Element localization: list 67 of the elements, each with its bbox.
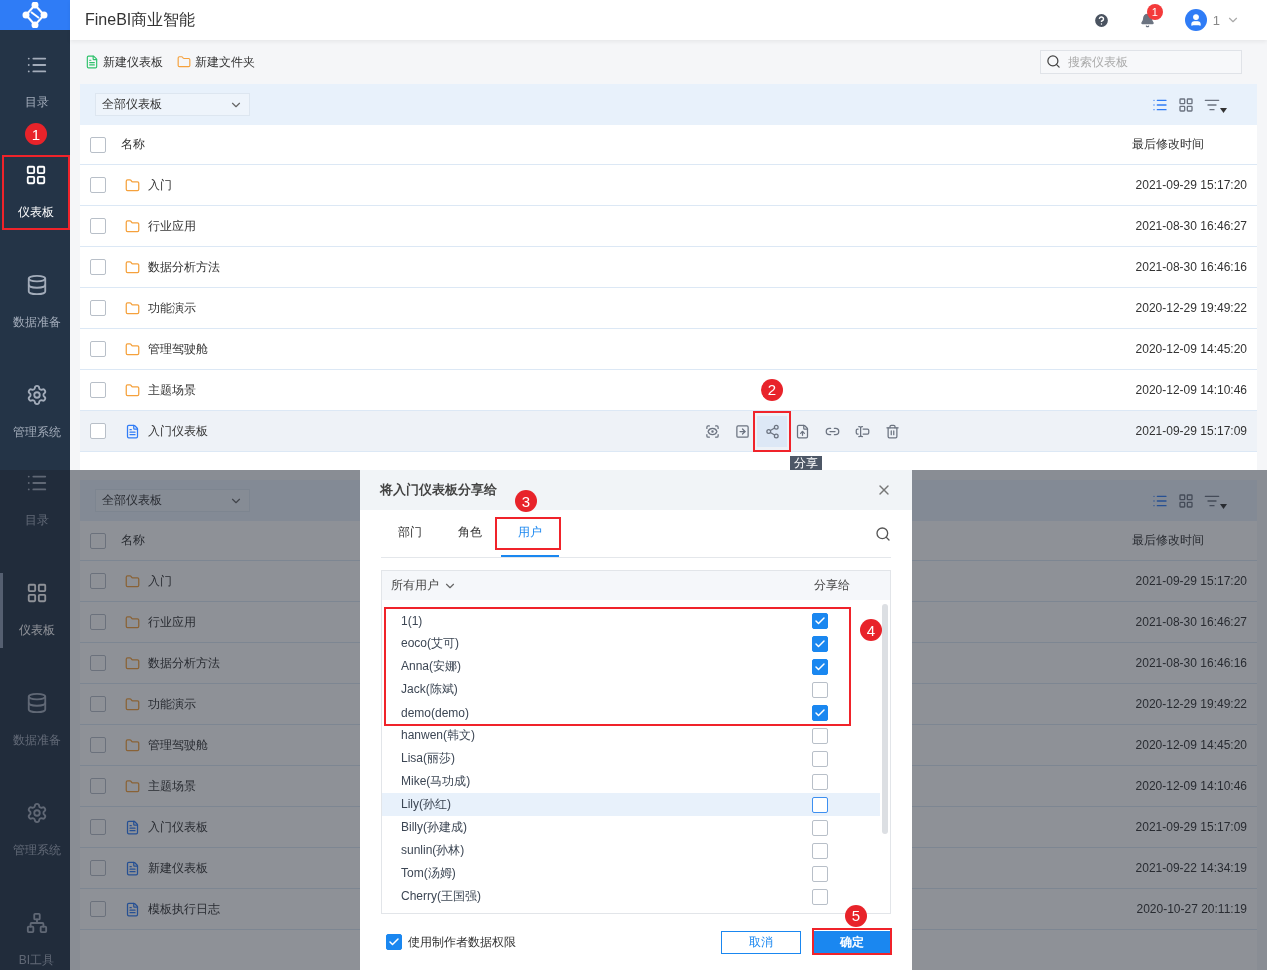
sidebar-label: 数据准备	[12, 314, 61, 331]
user-name: Anna(安娜)	[401, 658, 463, 675]
user-name: Cherry(王国强)	[401, 888, 482, 905]
item-name: 入门	[148, 176, 172, 194]
user-name: eoco(艾可)	[401, 635, 460, 652]
step-badge: 5	[845, 904, 867, 927]
item-name: 主题场景	[148, 381, 196, 399]
sidebar-label: 管理系统	[12, 842, 61, 859]
user-name: Lily(孙红)	[401, 796, 452, 813]
tooltip: 分享	[790, 455, 822, 470]
user-name: 1(1)	[401, 613, 424, 628]
sidebar-label: BI工具	[18, 952, 55, 969]
column-header: 最后修改时间	[1132, 136, 1205, 153]
modified-time: 2021-08-30 16:46:16	[1134, 260, 1248, 274]
column-header: 最后修改时间	[1132, 532, 1205, 549]
item-name: 数据分析方法	[148, 258, 220, 276]
app-title: FineBI商业智能	[85, 9, 196, 30]
modified-time: 2021-09-29 15:17:09	[1134, 424, 1248, 438]
modified-time: 2021-08-30 16:46:27	[1134, 615, 1248, 629]
user-name: hanwen(韩文)	[401, 727, 477, 744]
modified-time: 2021-09-22 14:34:19	[1134, 861, 1248, 875]
modified-time: 2020-12-29 19:49:22	[1134, 697, 1248, 711]
column-header: 分享给	[814, 577, 850, 594]
sidebar-label: 仪表板	[18, 622, 55, 639]
user-name: Lisa(丽莎)	[401, 750, 456, 767]
user-name: Tom(汤姆)	[401, 865, 457, 882]
step-badge: 1	[25, 123, 47, 145]
user-name: sunlin(孙林)	[401, 842, 466, 859]
item-name: 主题场景	[148, 777, 196, 795]
column-header: 名称	[121, 136, 145, 153]
modified-time: 2021-08-30 16:46:27	[1134, 219, 1248, 233]
sidebar-label: 仪表板	[18, 204, 54, 221]
modified-time: 2020-12-09 14:45:20	[1134, 342, 1248, 356]
modified-time: 2020-12-09 14:45:20	[1134, 738, 1248, 752]
user-name: demo(demo)	[401, 705, 471, 720]
modified-time: 2021-09-29 15:17:20	[1134, 178, 1248, 192]
item-name: 入门仪表板	[148, 818, 208, 836]
sidebar-label: 目录	[24, 94, 49, 111]
sidebar-label: 目录	[24, 512, 49, 529]
item-name: 功能演示	[148, 299, 196, 317]
item-name: 管理驾驶舱	[148, 736, 208, 754]
notification-badge: 1	[1146, 3, 1163, 20]
item-name: 数据分析方法	[148, 654, 220, 672]
step-badge: 4	[860, 619, 882, 641]
checkbox-label: 使用制作者数据权限	[408, 933, 516, 951]
item-name: 模板执行日志	[148, 900, 220, 918]
item-name: 行业应用	[148, 613, 196, 631]
modified-time: 2021-08-30 16:46:16	[1134, 656, 1248, 670]
modified-time: 2020-10-27 20:11:19	[1135, 902, 1248, 916]
modified-time: 2021-09-29 15:17:20	[1134, 574, 1248, 588]
dialog-title: 将入门仪表板分享给	[380, 481, 497, 499]
modified-time: 2021-09-29 15:17:09	[1134, 820, 1248, 834]
item-name: 功能演示	[148, 695, 196, 713]
user-name: Jack(陈斌)	[401, 681, 459, 698]
item-name: 入门	[148, 572, 172, 590]
item-name: 管理驾驶舱	[148, 340, 208, 358]
sidebar-label: 数据准备	[12, 732, 61, 749]
column-header: 名称	[121, 532, 145, 549]
item-name: 行业应用	[148, 217, 196, 235]
item-name: 入门仪表板	[148, 422, 208, 440]
modified-time: 2020-12-29 19:49:22	[1134, 301, 1248, 315]
user-name: Mike(马功成)	[401, 773, 472, 790]
user-name: Billy(孙建成)	[401, 819, 468, 836]
item-name: 新建仪表板	[148, 859, 208, 877]
modified-time: 2020-12-09 14:10:46	[1134, 779, 1248, 793]
sidebar-label: 管理系统	[12, 424, 61, 441]
modified-time: 2020-12-09 14:10:46	[1134, 383, 1248, 397]
